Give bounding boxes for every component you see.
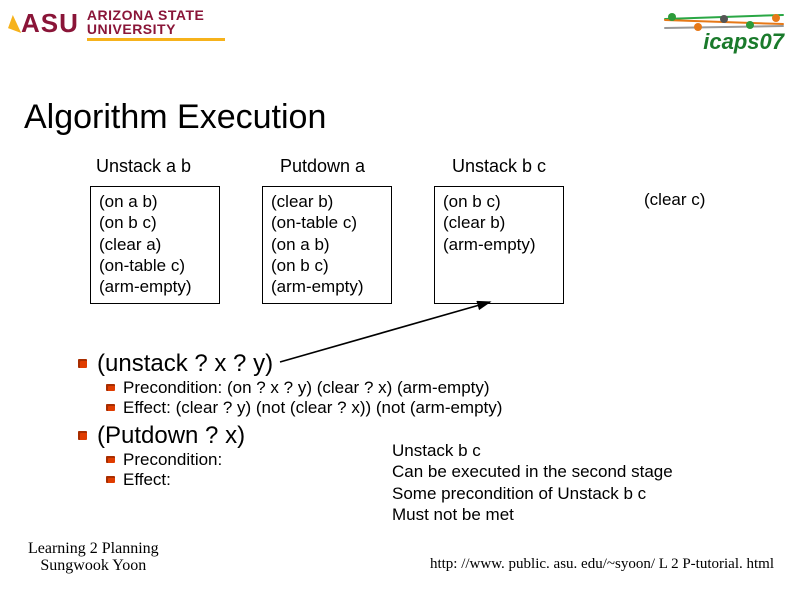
asu-name-line2: UNIVERSITY xyxy=(87,22,225,36)
bullet-icon xyxy=(106,476,115,483)
note-line-1: Unstack b c xyxy=(392,440,673,461)
putdown-eff-text: Effect: xyxy=(123,470,171,490)
putdown-pre-text: Precondition: xyxy=(123,450,222,470)
bullet-icon xyxy=(106,404,115,411)
unstack-operator: (unstack ? x ? y) xyxy=(78,350,502,378)
slide-title: Algorithm Execution xyxy=(24,98,326,137)
putdown-head: (Putdown ? x) xyxy=(97,422,245,450)
unstack-precondition: Precondition: (on ? x ? y) (clear ? x) (… xyxy=(106,378,502,398)
unstack-head: (unstack ? x ? y) xyxy=(97,350,273,378)
state-box-3: (on b c) (clear b) (arm-empty) xyxy=(434,186,564,304)
unstack-pre-text: Precondition: (on ? x ? y) (clear ? x) (… xyxy=(123,378,490,398)
footer-author: Learning 2 Planning Sungwook Yoon xyxy=(28,540,159,575)
asu-mark-icon: ASU xyxy=(10,8,79,39)
header: ASU ARIZONA STATE UNIVERSITY icaps07 xyxy=(10,8,784,56)
footer-url: http: //www. public. asu. edu/~syoon/ L … xyxy=(430,556,774,573)
bullet-icon xyxy=(106,384,115,391)
icaps-text: icaps07 xyxy=(664,29,784,55)
asu-logo: ASU ARIZONA STATE UNIVERSITY xyxy=(10,8,225,41)
step-label-2: Putdown a xyxy=(280,156,365,177)
unstack-eff-text: Effect: (clear ? y) (not (clear ? x)) (n… xyxy=(123,398,502,418)
note-line-3: Some precondition of Unstack b c xyxy=(392,483,673,504)
step-label-1: Unstack a b xyxy=(96,156,191,177)
state-final: (clear c) xyxy=(644,190,705,210)
asu-underline xyxy=(87,38,225,41)
note-line-2: Can be executed in the second stage xyxy=(392,461,673,482)
footer-line-2: Sungwook Yoon xyxy=(28,557,159,575)
asu-university-name: ARIZONA STATE UNIVERSITY xyxy=(87,8,225,41)
asu-letters: ASU xyxy=(21,8,79,39)
footer-line-1: Learning 2 Planning xyxy=(28,540,159,558)
step-label-3: Unstack b c xyxy=(452,156,546,177)
state-box-1: (on a b) (on b c) (clear a) (on-table c)… xyxy=(90,186,220,304)
side-notes: Unstack b c Can be executed in the secon… xyxy=(392,440,673,525)
bullet-icon xyxy=(78,359,87,368)
unstack-effect: Effect: (clear ? y) (not (clear ? x)) (n… xyxy=(106,398,502,418)
state-box-2: (clear b) (on-table c) (on a b) (on b c)… xyxy=(262,186,392,304)
icaps-logo: icaps07 xyxy=(664,13,784,55)
note-line-4: Must not be met xyxy=(392,504,673,525)
bullet-icon xyxy=(106,456,115,463)
bullet-icon xyxy=(78,431,87,440)
swirl-icon xyxy=(664,13,784,31)
asu-name-line1: ARIZONA STATE xyxy=(87,8,225,22)
